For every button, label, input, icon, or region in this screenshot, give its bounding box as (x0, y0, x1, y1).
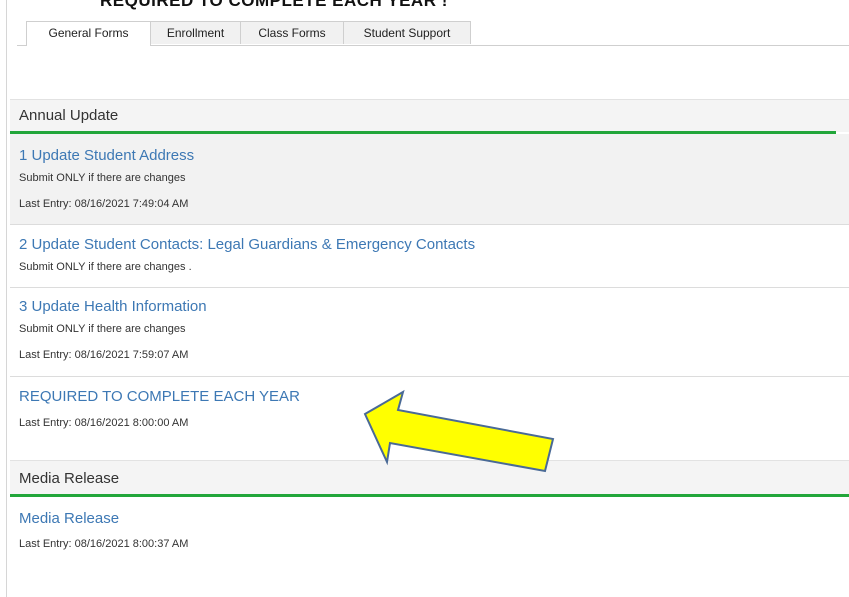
arrow-shape (363, 389, 555, 473)
arrow-annotation-icon (363, 389, 555, 473)
